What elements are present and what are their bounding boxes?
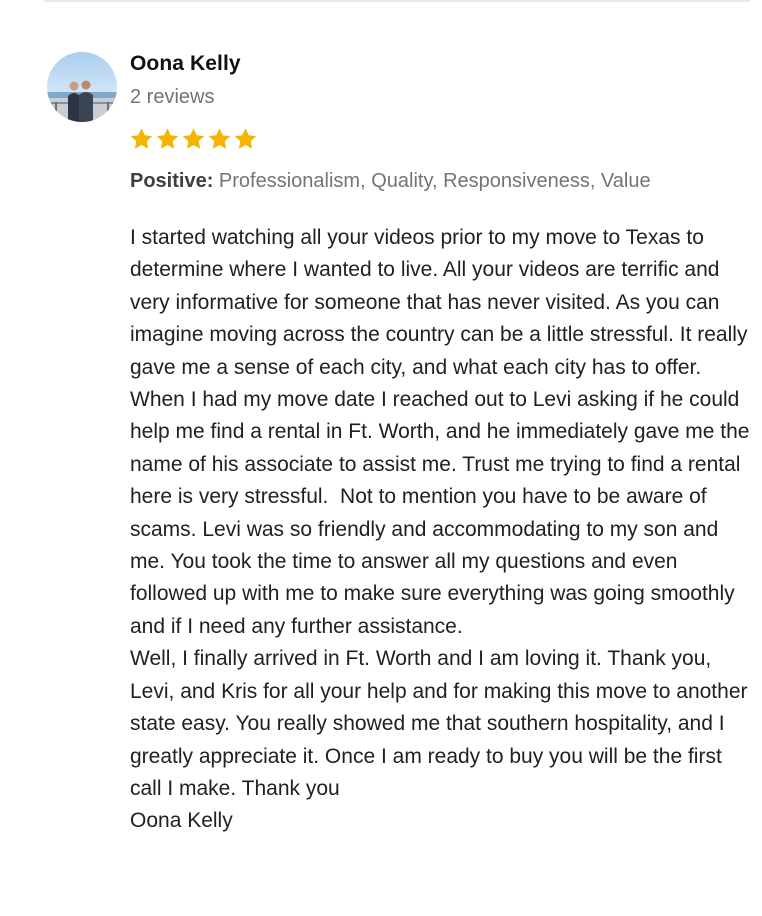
star-icon	[234, 128, 257, 149]
review-signature: Oona Kelly	[130, 809, 233, 833]
reviewer-name[interactable]: Oona Kelly	[130, 52, 241, 76]
review-text: I started watching all your videos prior…	[130, 222, 755, 838]
attributes-label: Positive:	[130, 170, 214, 192]
star-icon	[208, 128, 231, 149]
avatar-photo	[47, 52, 117, 122]
attributes-value: Professionalism, Quality, Responsiveness…	[218, 170, 651, 192]
review-paragraph: Well, I finally arrived in Ft. Worth and…	[130, 647, 754, 800]
star-rating	[129, 126, 258, 152]
reviewer-avatar[interactable]	[47, 52, 117, 122]
review-paragraph: When I had my move date I reached out to…	[130, 388, 756, 638]
star-icon	[182, 128, 205, 149]
star-icon	[130, 128, 153, 149]
review-attributes: Positive: Professionalism, Quality, Resp…	[130, 170, 651, 193]
top-divider	[44, 0, 750, 2]
star-icon	[156, 128, 179, 149]
review-count: 2 reviews	[130, 86, 215, 108]
review-paragraph: I started watching all your videos prior…	[130, 226, 754, 379]
